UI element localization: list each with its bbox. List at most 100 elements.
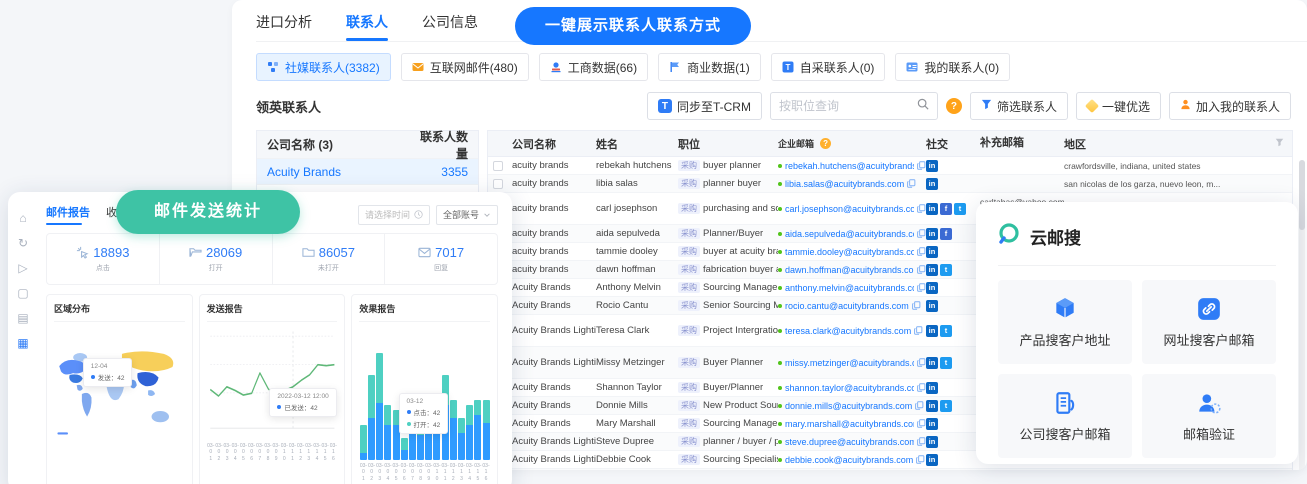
copy-icon[interactable] bbox=[914, 326, 923, 335]
copy-icon[interactable] bbox=[912, 301, 921, 310]
tile-公司搜客户邮箱[interactable]: 公司搜客户邮箱 bbox=[998, 374, 1132, 458]
tile-网址搜客户邮箱[interactable]: 网址搜客户邮箱 bbox=[1142, 280, 1276, 364]
company-cell: Acuity Brands Lighting bbox=[508, 436, 596, 447]
calendar-icon[interactable]: ▦ bbox=[17, 337, 28, 349]
date-range-picker[interactable]: 请选择时间 bbox=[358, 205, 430, 225]
copy-icon[interactable] bbox=[917, 161, 926, 170]
copy-icon[interactable] bbox=[917, 247, 926, 256]
copy-icon[interactable] bbox=[907, 179, 916, 188]
linkedin-icon[interactable]: in bbox=[926, 178, 938, 190]
twitter-icon[interactable]: t bbox=[954, 203, 966, 215]
facebook-icon[interactable]: f bbox=[940, 228, 952, 240]
subtab-自采联系人(0)[interactable]: T自采联系人(0) bbox=[771, 53, 886, 81]
contacts-table-header: 公司名称 姓名 职位 企业邮箱? 社交 补充邮箱 地区 bbox=[488, 131, 1292, 157]
region-distribution-card: 区域分布 bbox=[46, 294, 193, 484]
email-link[interactable]: tammie.dooley@acuitybrands.com bbox=[785, 247, 914, 257]
linkedin-icon[interactable]: in bbox=[926, 160, 938, 172]
twitter-icon[interactable]: t bbox=[940, 400, 952, 412]
copy-icon[interactable] bbox=[917, 383, 926, 392]
contact-count-header: 联系人数量 bbox=[400, 128, 478, 162]
email-link[interactable]: shannon.taylor@acuitybrands.com bbox=[785, 383, 914, 393]
region-filter-icon[interactable] bbox=[1275, 138, 1284, 150]
purchase-tag: 采购 bbox=[678, 400, 700, 411]
subtab-互联网邮件(480)[interactable]: 互联网邮件(480) bbox=[401, 53, 529, 81]
home-icon[interactable]: ⌂ bbox=[19, 212, 26, 224]
search-icon[interactable] bbox=[917, 97, 929, 115]
verified-dot bbox=[778, 386, 782, 390]
subtab-我的联系人(0)[interactable]: 我的联系人(0) bbox=[895, 53, 1010, 81]
linkedin-icon[interactable]: in bbox=[926, 325, 938, 337]
twitter-icon[interactable]: t bbox=[940, 325, 952, 337]
copy-icon[interactable] bbox=[917, 437, 926, 446]
email-link[interactable]: mary.marshall@acuitybrands.com bbox=[785, 419, 914, 429]
copy-icon[interactable] bbox=[917, 204, 926, 213]
sync-tcrm-button[interactable]: T 同步至T-CRM bbox=[647, 92, 762, 120]
x-tick: 03-08 bbox=[417, 463, 425, 482]
linkedin-icon[interactable]: in bbox=[926, 203, 938, 215]
subtab-商业数据(1)[interactable]: 商业数据(1) bbox=[658, 53, 761, 81]
email-cell: dawn.hoffman@acuitybrands.com bbox=[778, 265, 926, 275]
linkedin-icon[interactable]: in bbox=[926, 264, 938, 276]
email-link[interactable]: steve.dupree@acuitybrands.com bbox=[785, 437, 914, 447]
tab-公司信息[interactable]: 公司信息 bbox=[422, 12, 478, 41]
one-key-optimize-button[interactable]: 一键优选 bbox=[1076, 92, 1161, 120]
account-select[interactable]: 全部账号 bbox=[436, 205, 498, 225]
mail-tab-邮件报告[interactable]: 邮件报告 bbox=[46, 204, 90, 225]
filter-contacts-button[interactable]: 筛选联系人 bbox=[970, 92, 1068, 120]
twitter-icon[interactable]: t bbox=[940, 264, 952, 276]
linkedin-icon[interactable]: in bbox=[926, 357, 938, 369]
tile-邮箱验证[interactable]: 邮箱验证 bbox=[1142, 374, 1276, 458]
email-link[interactable]: rebekah.hutchens@acuitybrands.com bbox=[785, 161, 914, 171]
linkedin-icon[interactable]: in bbox=[926, 300, 938, 312]
send-icon[interactable]: ▷ bbox=[18, 262, 27, 274]
briefcase-icon[interactable]: ▢ bbox=[17, 287, 28, 299]
email-link[interactable]: rocio.cantu@acuitybrands.com bbox=[785, 301, 909, 311]
position-search[interactable] bbox=[770, 92, 938, 120]
x-tick: 03-02 bbox=[215, 443, 223, 462]
linkedin-icon[interactable]: in bbox=[926, 228, 938, 240]
email-link[interactable]: dawn.hoffman@acuitybrands.com bbox=[785, 265, 914, 275]
row-checkbox[interactable] bbox=[493, 161, 503, 171]
position-cell: 采购purchasing and sour bbox=[678, 203, 778, 214]
twitter-icon[interactable]: t bbox=[940, 357, 952, 369]
subtab-工商数据(66)[interactable]: 工商数据(66) bbox=[539, 53, 648, 81]
copy-icon[interactable] bbox=[916, 455, 925, 464]
copy-icon[interactable] bbox=[917, 283, 926, 292]
email-info-icon[interactable]: ? bbox=[820, 138, 831, 149]
copy-icon[interactable] bbox=[917, 229, 926, 238]
tile-产品搜客户地址[interactable]: 产品搜客户地址 bbox=[998, 280, 1132, 364]
linkedin-icon[interactable]: in bbox=[926, 454, 938, 466]
purchase-tag: 采购 bbox=[678, 325, 700, 336]
email-link[interactable]: missy.metzinger@acuitybrands.com bbox=[785, 358, 914, 368]
linkedin-icon[interactable]: in bbox=[926, 282, 938, 294]
email-link[interactable]: debbie.cook@acuitybrands.com bbox=[785, 455, 913, 465]
linkedin-icon[interactable]: in bbox=[926, 400, 938, 412]
linkedin-icon[interactable]: in bbox=[926, 436, 938, 448]
tab-进口分析[interactable]: 进口分析 bbox=[256, 12, 312, 41]
copy-icon[interactable] bbox=[917, 419, 926, 428]
report-icon[interactable]: ▤ bbox=[17, 312, 28, 324]
table-scrollbar[interactable] bbox=[1299, 160, 1305, 470]
email-link[interactable]: teresa.clark@acuitybrands.com bbox=[785, 326, 911, 336]
copy-icon[interactable] bbox=[917, 358, 926, 367]
subtab-社媒联系人(3382)[interactable]: 社媒联系人(3382) bbox=[256, 53, 391, 81]
facebook-icon[interactable]: f bbox=[940, 203, 952, 215]
email-link[interactable]: libia.salas@acuitybrands.com bbox=[785, 179, 904, 189]
x-tick: 03-03 bbox=[223, 443, 231, 462]
search-input[interactable] bbox=[779, 99, 917, 113]
email-link[interactable]: aida.sepulveda@acuitybrands.com bbox=[785, 229, 914, 239]
row-checkbox[interactable] bbox=[493, 179, 503, 189]
linkedin-icon[interactable]: in bbox=[926, 246, 938, 258]
email-link[interactable]: carl.josephson@acuitybrands.com bbox=[785, 204, 914, 214]
gear-icon[interactable]: ↻ bbox=[18, 237, 28, 249]
company-row[interactable]: Acuity Brands3355 bbox=[257, 159, 478, 185]
email-link[interactable]: donnie.mills@acuitybrands.com bbox=[785, 401, 912, 411]
email-link[interactable]: anthony.melvin@acuitybrands.com bbox=[785, 283, 914, 293]
add-to-my-contacts-button[interactable]: 加入我的联系人 bbox=[1169, 92, 1291, 120]
linkedin-icon[interactable]: in bbox=[926, 382, 938, 394]
copy-icon[interactable] bbox=[915, 401, 924, 410]
help-icon[interactable]: ? bbox=[946, 98, 962, 114]
linkedin-icon[interactable]: in bbox=[926, 418, 938, 430]
tab-联系人[interactable]: 联系人 bbox=[346, 12, 388, 41]
copy-icon[interactable] bbox=[917, 265, 926, 274]
